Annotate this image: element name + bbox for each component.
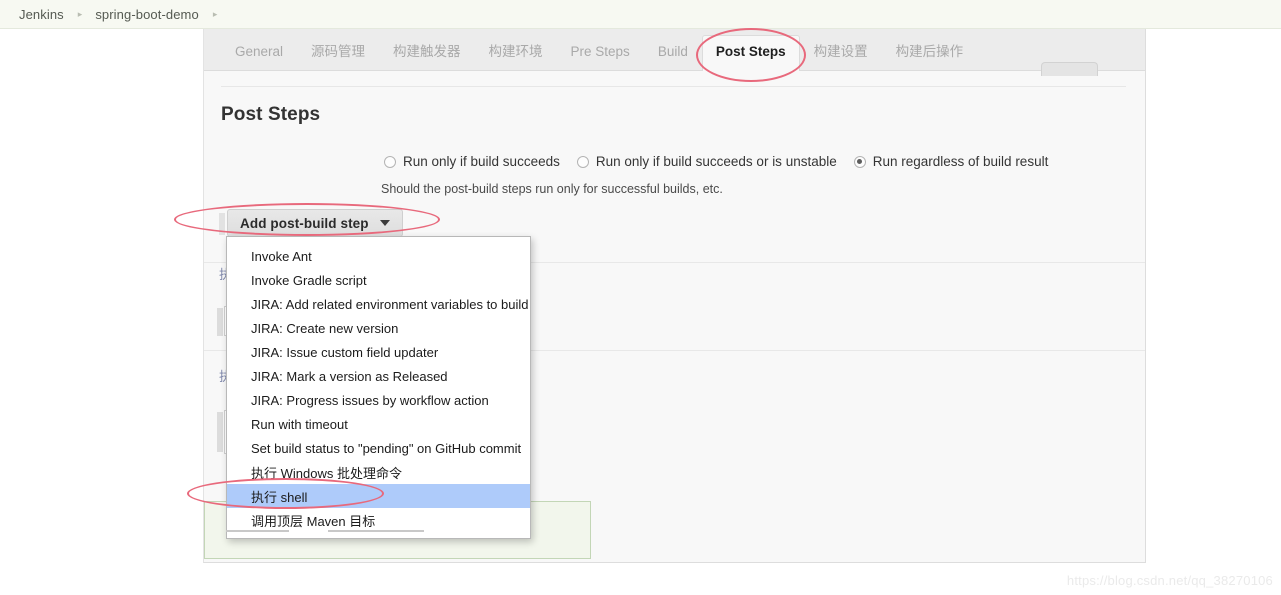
radio-option-run-if-succeeds-or-unstable[interactable]: Run only if build succeeds or is unstabl… <box>576 154 837 169</box>
menu-item-invoke-top-level-maven-targets[interactable]: 调用顶层 Maven 目标 <box>227 508 530 532</box>
breadcrumb-item-jenkins[interactable]: Jenkins <box>19 7 64 22</box>
app-root: Jenkins ▸ spring-boot-demo ▸ General 源码管… <box>0 0 1281 595</box>
radio-option-run-if-succeeds[interactable]: Run only if build succeeds <box>384 154 560 169</box>
config-tab-bar: General 源码管理 构建触发器 构建环境 Pre Steps Build … <box>204 29 1145 71</box>
menu-item-execute-windows-batch-command[interactable]: 执行 Windows 批处理命令 <box>227 460 530 484</box>
menu-item-jira-issue-custom-field-updater[interactable]: JIRA: Issue custom field updater <box>227 340 530 364</box>
tab-general[interactable]: General <box>221 44 297 71</box>
tab-source-code-management[interactable]: 源码管理 <box>297 44 379 71</box>
section-divider <box>221 86 1126 87</box>
button-drag-grip <box>219 213 225 235</box>
radio-indicator-unstable[interactable] <box>576 155 589 168</box>
radio-indicator-regardless[interactable] <box>853 155 866 168</box>
menu-footer-bar-2 <box>328 530 424 532</box>
menu-item-run-with-timeout[interactable]: Run with timeout <box>227 412 530 436</box>
menu-item-jira-progress-issues[interactable]: JIRA: Progress issues by workflow action <box>227 388 530 412</box>
tab-build-settings[interactable]: 构建设置 <box>800 44 882 71</box>
radio-label-succeeds: Run only if build succeeds <box>403 154 560 169</box>
menu-item-invoke-gradle-script[interactable]: Invoke Gradle script <box>227 268 530 292</box>
breadcrumb: Jenkins ▸ spring-boot-demo ▸ <box>0 0 1281 29</box>
tab-build-environment[interactable]: 构建环境 <box>475 44 557 71</box>
run-condition-help-text: Should the post-build steps run only for… <box>381 182 723 196</box>
execute-shell-menu-item[interactable]: 执行 shell <box>227 484 530 508</box>
background-grip-2 <box>217 412 223 452</box>
tab-post-steps[interactable]: Post Steps <box>701 34 800 71</box>
run-condition-radio-group: Run only if build succeeds Run only if b… <box>384 154 1048 169</box>
tab-build[interactable]: Build <box>644 44 702 71</box>
partial-toolbar-button[interactable] <box>1041 62 1098 76</box>
breadcrumb-item-job[interactable]: spring-boot-demo <box>95 7 199 22</box>
menu-footer-bars <box>226 530 531 534</box>
menu-item-jira-mark-version-released[interactable]: JIRA: Mark a version as Released <box>227 364 530 388</box>
page-title: Post Steps <box>221 104 321 125</box>
chevron-down-icon <box>379 220 390 226</box>
menu-item-jira-create-new-version[interactable]: JIRA: Create new version <box>227 316 530 340</box>
watermark-text: https://blog.csdn.net/qq_38270106 <box>1066 573 1273 588</box>
breadcrumb-separator-icon-2: ▸ <box>212 8 218 19</box>
menu-item-invoke-ant[interactable]: Invoke Ant <box>227 244 530 268</box>
tab-pre-steps[interactable]: Pre Steps <box>557 44 644 71</box>
tab-build-triggers[interactable]: 构建触发器 <box>379 44 475 71</box>
radio-option-run-regardless[interactable]: Run regardless of build result <box>853 154 1049 169</box>
tab-post-build-actions[interactable]: 构建后操作 <box>882 44 978 71</box>
radio-label-unstable: Run only if build succeeds or is unstabl… <box>595 154 837 169</box>
background-grip-1 <box>217 308 223 336</box>
menu-item-set-build-status-pending[interactable]: Set build status to "pending" on GitHub … <box>227 436 530 460</box>
breadcrumb-separator-icon: ▸ <box>77 8 83 19</box>
radio-indicator-succeeds[interactable] <box>384 155 396 168</box>
add-post-build-step-button[interactable]: Add post-build step <box>227 209 403 237</box>
radio-label-regardless: Run regardless of build result <box>872 154 1049 169</box>
add-post-build-step-menu: Invoke Ant Invoke Gradle script JIRA: Ad… <box>226 236 531 539</box>
menu-item-jira-add-env-vars[interactable]: JIRA: Add related environment variables … <box>227 292 530 316</box>
add-post-build-step-label: Add post-build step <box>240 215 369 231</box>
menu-footer-bar-1 <box>226 530 289 532</box>
